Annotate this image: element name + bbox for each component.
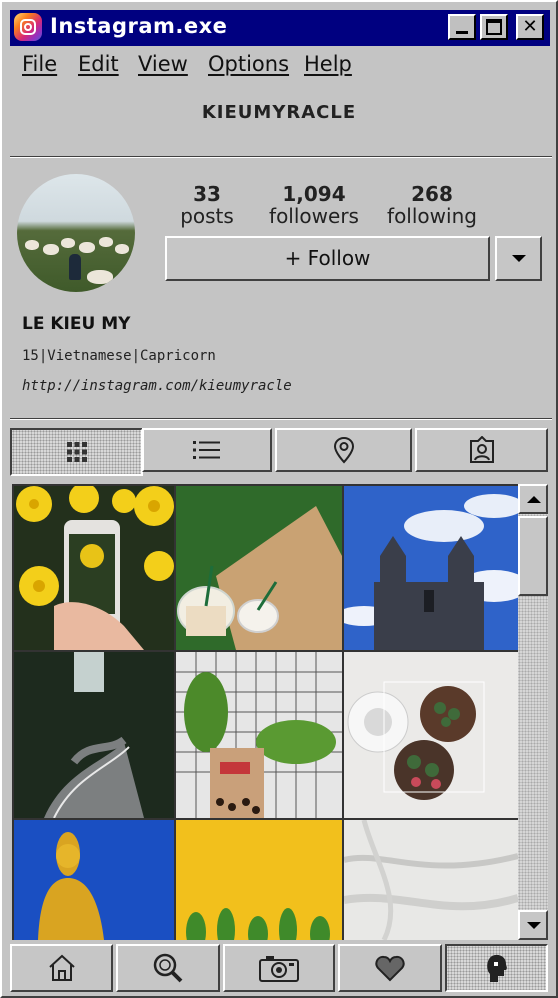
title-bar[interactable]: Instagram.exe ✕ xyxy=(10,10,550,46)
nav-activity[interactable] xyxy=(338,944,442,992)
tab-tagged[interactable] xyxy=(415,428,548,472)
nav-camera[interactable] xyxy=(223,944,335,992)
following-label: following xyxy=(387,204,477,228)
photo-thumb[interactable] xyxy=(14,652,174,818)
bio-divider xyxy=(10,418,552,420)
heart-icon xyxy=(375,955,405,982)
photo-thumb[interactable] xyxy=(344,820,518,940)
avatar[interactable] xyxy=(17,174,135,292)
scroll-thumb[interactable] xyxy=(518,516,548,596)
menu-options[interactable]: Options xyxy=(208,52,289,76)
display-name: LE KIEU MY xyxy=(22,314,131,334)
location-pin-icon xyxy=(333,436,354,464)
maximize-button[interactable] xyxy=(480,14,508,40)
tagged-user-icon xyxy=(469,436,494,463)
minimize-button[interactable] xyxy=(448,14,476,40)
photo-thumb[interactable] xyxy=(14,820,174,940)
bio-text: 15|Vietnamese|Capricorn xyxy=(22,348,216,364)
photo-thumb[interactable] xyxy=(14,486,174,650)
photo-scrollbar[interactable] xyxy=(518,484,548,940)
photo-thumb[interactable] xyxy=(176,652,342,818)
follow-dropdown-button[interactable] xyxy=(495,236,542,281)
following-stat[interactable]: 268 following xyxy=(382,183,482,227)
grid-icon xyxy=(66,442,87,462)
header-divider xyxy=(10,156,552,158)
nav-home[interactable] xyxy=(10,944,113,992)
tab-list[interactable] xyxy=(142,428,272,472)
profile-icon xyxy=(486,954,507,982)
scroll-down-button[interactable] xyxy=(518,910,548,940)
photo-thumb[interactable] xyxy=(344,486,518,650)
scroll-up-button[interactable] xyxy=(518,484,548,514)
profile-link[interactable]: http://instagram.com/kieumyracle xyxy=(22,378,292,394)
follow-button[interactable]: + Follow xyxy=(165,236,490,281)
profile-username: KIEUMYRACLE xyxy=(201,102,357,123)
app-window: Instagram.exe ✕ File Edit View Options H… xyxy=(0,0,558,998)
search-icon xyxy=(153,953,183,983)
menu-file[interactable]: File xyxy=(22,52,57,76)
list-icon xyxy=(193,441,220,459)
tab-locations[interactable] xyxy=(275,428,412,472)
nav-profile[interactable] xyxy=(445,944,548,992)
following-count: 268 xyxy=(411,182,453,206)
instagram-logo-icon xyxy=(14,13,42,41)
menu-help[interactable]: Help xyxy=(304,52,352,76)
posts-stat[interactable]: 33 posts xyxy=(172,183,242,227)
camera-icon xyxy=(259,956,299,982)
window-title: Instagram.exe xyxy=(50,14,228,38)
home-icon xyxy=(48,954,75,981)
photo-grid xyxy=(12,484,518,940)
menu-view[interactable]: View xyxy=(138,52,188,76)
photo-thumb[interactable] xyxy=(344,652,518,818)
close-button[interactable]: ✕ xyxy=(516,14,544,40)
posts-count: 33 xyxy=(193,182,221,206)
menu-edit[interactable]: Edit xyxy=(78,52,119,76)
photo-thumb[interactable] xyxy=(176,820,342,940)
followers-count: 1,094 xyxy=(282,182,346,206)
posts-label: posts xyxy=(180,204,234,228)
tab-grid[interactable] xyxy=(10,428,143,476)
photo-thumb[interactable] xyxy=(176,486,342,650)
followers-label: followers xyxy=(269,204,359,228)
followers-stat[interactable]: 1,094 followers xyxy=(264,183,364,227)
nav-search[interactable] xyxy=(116,944,220,992)
